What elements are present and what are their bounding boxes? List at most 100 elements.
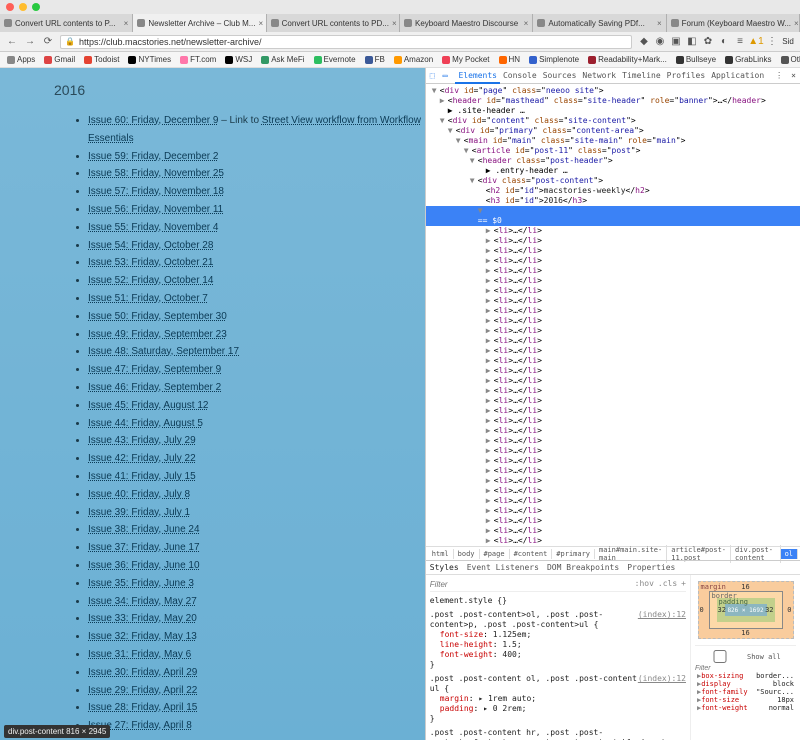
issue-link[interactable]: Issue 36: Friday, June 10 bbox=[88, 560, 200, 571]
browser-tab[interactable]: Forum (Keyboard Maestro W...× bbox=[667, 14, 800, 32]
issue-link[interactable]: Issue 55: Friday, November 4 bbox=[88, 222, 218, 233]
styles-subtab[interactable]: Styles bbox=[430, 563, 459, 572]
rule-origin[interactable]: (index):12 bbox=[638, 674, 686, 684]
devtools-tab[interactable]: Application bbox=[708, 69, 767, 82]
breadcrumb-item[interactable]: ol bbox=[781, 549, 798, 559]
issue-link[interactable]: Issue 32: Friday, May 13 bbox=[88, 631, 197, 642]
browser-tab[interactable]: Convert URL contents to P...× bbox=[0, 14, 133, 32]
bookmark-item[interactable]: Other Bookmarks bbox=[778, 55, 800, 64]
styles-subtab[interactable]: DOM Breakpoints bbox=[547, 563, 619, 572]
issue-link[interactable]: Issue 59: Friday, December 2 bbox=[88, 151, 218, 162]
extension-icon[interactable]: ≡ bbox=[734, 36, 746, 48]
bookmark-item[interactable]: WSJ bbox=[222, 55, 255, 64]
bookmark-item[interactable]: FT.com bbox=[177, 55, 219, 64]
styles-rules[interactable]: :hov .cls + element.style {} (index):12.p… bbox=[426, 575, 690, 740]
menu-icon[interactable]: ⋮ bbox=[766, 36, 778, 48]
bookmark-item[interactable]: Readability+Mark... bbox=[585, 55, 670, 64]
issue-link[interactable]: Issue 34: Friday, May 27 bbox=[88, 596, 197, 607]
bookmark-item[interactable]: My Pocket bbox=[439, 55, 492, 64]
devtools-menu-icon[interactable]: ⋮ bbox=[775, 71, 783, 80]
issue-link[interactable]: Issue 31: Friday, May 6 bbox=[88, 649, 191, 660]
show-all-checkbox[interactable] bbox=[695, 650, 745, 663]
css-rule[interactable]: (index):12.post .post-content>ol, .post … bbox=[430, 610, 686, 670]
issue-link[interactable]: Issue 49: Friday, September 23 bbox=[88, 329, 227, 340]
extension-icon[interactable]: ▣ bbox=[670, 36, 682, 48]
devtools-tab[interactable]: Network bbox=[579, 69, 619, 82]
issue-link[interactable]: Issue 41: Friday, July 15 bbox=[88, 471, 196, 482]
issue-link[interactable]: Issue 57: Friday, November 18 bbox=[88, 186, 224, 197]
devtools-close-icon[interactable]: × bbox=[791, 71, 796, 80]
bookmark-item[interactable]: Ask MeFi bbox=[258, 55, 307, 64]
tab-close-icon[interactable]: × bbox=[392, 19, 397, 28]
issue-link[interactable]: Issue 50: Friday, September 30 bbox=[88, 311, 227, 322]
css-rule[interactable]: element.style {} bbox=[430, 596, 686, 606]
browser-tab[interactable]: Newsletter Archive – Club M...× bbox=[133, 14, 266, 32]
issue-link[interactable]: Issue 46: Friday, September 2 bbox=[88, 382, 221, 393]
bookmark-item[interactable]: FB bbox=[362, 55, 388, 64]
hov-toggle[interactable]: :hov bbox=[635, 579, 654, 589]
minimize-window[interactable] bbox=[19, 3, 27, 11]
computed-row[interactable]: ▶displayblock bbox=[695, 680, 796, 688]
issue-link[interactable]: Issue 40: Friday, July 8 bbox=[88, 489, 190, 500]
forward-button[interactable]: → bbox=[24, 36, 36, 48]
styles-filter[interactable] bbox=[430, 580, 480, 589]
breadcrumb-item[interactable]: #content bbox=[510, 549, 553, 559]
issue-link[interactable]: Issue 58: Friday, November 25 bbox=[88, 168, 224, 179]
extension-icon[interactable]: ◆ bbox=[638, 36, 650, 48]
bookmark-item[interactable]: Todoist bbox=[81, 55, 122, 64]
url-bar[interactable]: 🔒 https://club.macstories.net/newsletter… bbox=[60, 35, 632, 49]
maximize-window[interactable] bbox=[32, 3, 40, 11]
bookmark-item[interactable]: Bullseye bbox=[673, 55, 719, 64]
devtools-tab[interactable]: Sources bbox=[540, 69, 580, 82]
extension-icon[interactable]: ◉ bbox=[654, 36, 666, 48]
bookmark-item[interactable]: Apps bbox=[4, 55, 38, 64]
bookmark-item[interactable]: Evernote bbox=[311, 55, 359, 64]
back-button[interactable]: ← bbox=[6, 36, 18, 48]
issue-link[interactable]: Issue 52: Friday, October 14 bbox=[88, 275, 213, 286]
css-rule[interactable]: (index):12.post .post-content ol, .post … bbox=[430, 674, 686, 724]
issue-link[interactable]: Issue 29: Friday, April 22 bbox=[88, 685, 197, 696]
issue-link[interactable]: Issue 35: Friday, June 3 bbox=[88, 578, 194, 589]
bookmark-item[interactable]: Simplenote bbox=[526, 55, 582, 64]
issue-link[interactable]: Issue 43: Friday, July 29 bbox=[88, 435, 196, 446]
extension-icon[interactable]: ◐ bbox=[718, 36, 730, 48]
issue-link[interactable]: Issue 44: Friday, August 5 bbox=[88, 418, 203, 429]
bookmark-item[interactable]: Gmail bbox=[41, 55, 78, 64]
devtools-tab[interactable]: Timeline bbox=[619, 69, 664, 82]
bookmark-item[interactable]: NYTimes bbox=[125, 55, 174, 64]
issue-link[interactable]: Issue 48: Saturday, September 17 bbox=[88, 346, 239, 357]
devtools-tab[interactable]: Elements bbox=[455, 69, 500, 84]
issue-link[interactable]: Issue 60: Friday, December 9 bbox=[88, 115, 218, 126]
browser-tab[interactable]: Keyboard Maestro Discourse× bbox=[400, 14, 533, 32]
tab-close-icon[interactable]: × bbox=[258, 19, 263, 28]
issue-link[interactable]: Issue 39: Friday, July 1 bbox=[88, 507, 190, 518]
issue-link[interactable]: Issue 28: Friday, April 15 bbox=[88, 702, 197, 713]
issue-link[interactable]: Issue 42: Friday, July 22 bbox=[88, 453, 196, 464]
devtools-tab[interactable]: Console bbox=[500, 69, 540, 82]
bookmark-item[interactable]: HN bbox=[496, 55, 524, 64]
add-rule[interactable]: + bbox=[681, 579, 686, 589]
computed-filter[interactable] bbox=[695, 665, 745, 672]
selected-dom-node[interactable]: ▼ == $0 bbox=[426, 206, 800, 226]
browser-tab[interactable]: Convert URL contents to PD...× bbox=[267, 14, 400, 32]
breadcrumb-item[interactable]: html bbox=[428, 549, 454, 559]
issue-link[interactable]: Issue 56: Friday, November 11 bbox=[88, 204, 223, 215]
dom-breadcrumb[interactable]: htmlbody#page#content#primarymain#main.s… bbox=[426, 546, 800, 560]
issue-link[interactable]: Issue 47: Friday, September 9 bbox=[88, 364, 221, 375]
breadcrumb-item[interactable]: #primary bbox=[552, 549, 595, 559]
computed-row[interactable]: ▶box-sizingborder... bbox=[695, 672, 796, 680]
extension-icon[interactable]: ✿ bbox=[702, 36, 714, 48]
warning-badge[interactable]: ▲1 bbox=[750, 36, 762, 48]
issue-link[interactable]: Issue 53: Friday, October 21 bbox=[88, 257, 213, 268]
computed-row[interactable]: ▶font-size18px bbox=[695, 696, 796, 704]
device-icon[interactable]: ▭ bbox=[443, 71, 448, 80]
issue-link[interactable]: Issue 54: Friday, October 28 bbox=[88, 240, 213, 251]
tab-close-icon[interactable]: × bbox=[794, 19, 799, 28]
issue-link[interactable]: Issue 45: Friday, August 12 bbox=[88, 400, 208, 411]
cls-toggle[interactable]: .cls bbox=[658, 579, 677, 589]
computed-row[interactable]: ▶font-weightnormal bbox=[695, 704, 796, 712]
tab-close-icon[interactable]: × bbox=[124, 19, 129, 28]
issue-link[interactable]: Issue 38: Friday, June 24 bbox=[88, 524, 200, 535]
styles-subtab[interactable]: Event Listeners bbox=[467, 563, 539, 572]
close-window[interactable] bbox=[6, 3, 14, 11]
